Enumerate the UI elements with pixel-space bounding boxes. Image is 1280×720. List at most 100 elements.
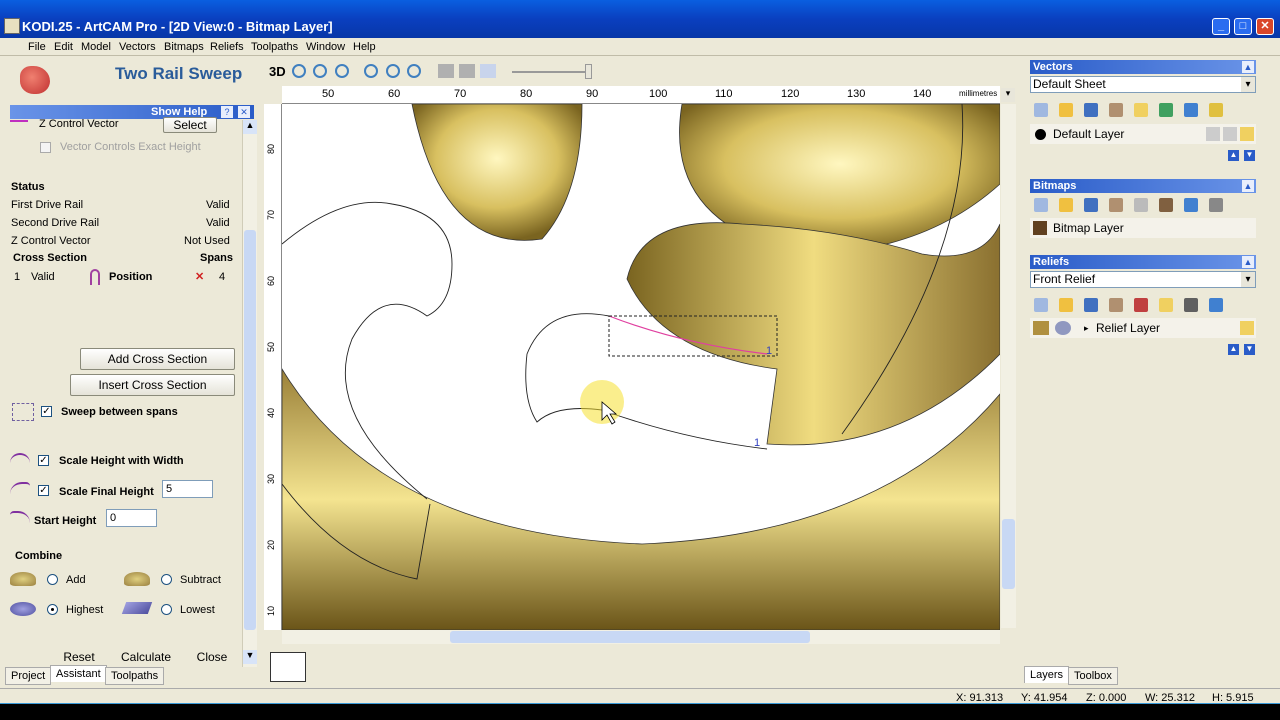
scale-final-height-checkbox[interactable]: ✓ (38, 485, 49, 496)
tab-toolbox[interactable]: Toolbox (1068, 667, 1118, 685)
zoom-selection-icon[interactable] (407, 64, 421, 78)
zoom-in-icon[interactable] (292, 64, 306, 78)
canvas-vscroll[interactable] (1001, 104, 1016, 628)
canvas-vscroll-thumb[interactable] (1002, 519, 1015, 589)
scroll-down-arrow-icon[interactable]: ▼ (243, 650, 257, 664)
units-dropdown-icon[interactable]: ▾ (1001, 88, 1015, 102)
position-icon[interactable] (90, 269, 100, 285)
close-window-button[interactable]: ✕ (1256, 18, 1274, 35)
open-icon[interactable] (1059, 198, 1073, 212)
paste-icon[interactable] (1109, 198, 1123, 212)
contrast-slider[interactable] (512, 71, 592, 73)
paste-icon[interactable] (1109, 298, 1123, 312)
delete-cross-section-icon[interactable]: ✕ (195, 270, 204, 283)
zoom-box-icon[interactable] (335, 64, 349, 78)
delete-icon[interactable] (1184, 103, 1198, 117)
vector-layer-row[interactable]: Default Layer (1030, 124, 1256, 144)
color-swatch-icon[interactable] (270, 652, 306, 682)
visibility-icon[interactable] (1240, 127, 1254, 141)
edit-icon[interactable] (1223, 127, 1237, 141)
visibility-icon[interactable] (1240, 321, 1254, 335)
expand-icon[interactable]: ▸ (1084, 318, 1089, 338)
canvas-hscroll[interactable] (282, 630, 1000, 644)
open-icon[interactable] (1059, 298, 1073, 312)
vectors-section-header[interactable]: Vectors ▲ (1030, 60, 1256, 74)
layer-toggle-icon[interactable] (438, 64, 454, 78)
tab-project[interactable]: Project (5, 667, 52, 685)
light-icon[interactable] (1159, 298, 1173, 312)
layer-color-icon[interactable] (1035, 129, 1046, 140)
zoom-all-icon[interactable] (364, 64, 378, 78)
image-icon[interactable] (1159, 198, 1173, 212)
stack-icon[interactable] (1134, 298, 1148, 312)
add-radio[interactable] (47, 574, 58, 585)
select-button[interactable]: Select (163, 117, 217, 133)
help-icon[interactable]: ? (221, 106, 233, 118)
delete-icon[interactable] (1209, 298, 1223, 312)
subtract-radio[interactable] (161, 574, 172, 585)
scale-height-width-checkbox[interactable]: ✓ (38, 455, 49, 466)
close-button[interactable]: Close (190, 647, 234, 667)
menu-toolpaths[interactable]: Toolpaths (251, 41, 298, 53)
collapse-icon[interactable]: ▲ (1242, 180, 1254, 192)
reliefs-sheet-dropdown[interactable]: Front Relief (1030, 271, 1256, 288)
menu-vectors[interactable]: Vectors (119, 41, 156, 53)
highest-radio[interactable] (47, 604, 58, 615)
minimize-button[interactable]: _ (1212, 18, 1230, 35)
collapse-icon[interactable]: ▲ (1242, 256, 1254, 268)
maximize-button[interactable]: □ (1234, 18, 1252, 35)
contrast-slider-thumb[interactable] (585, 64, 592, 79)
vector-toggle-icon[interactable] (480, 64, 496, 78)
start-height-input[interactable]: 0 (106, 509, 157, 527)
light-icon[interactable] (1134, 103, 1148, 117)
move-down-icon[interactable]: ▼ (1244, 150, 1255, 161)
delete-icon[interactable] (1184, 198, 1198, 212)
tab-layers[interactable]: Layers (1024, 666, 1070, 683)
scroll-up-arrow-icon[interactable]: ▲ (243, 120, 257, 134)
zoom-previous-icon[interactable] (386, 64, 400, 78)
menu-model[interactable]: Model (81, 41, 111, 53)
reliefs-section-header[interactable]: Reliefs ▲ (1030, 255, 1256, 269)
menu-edit[interactable]: Edit (54, 41, 73, 53)
new-layer-icon[interactable] (1034, 198, 1048, 212)
close-help-icon[interactable]: ✕ (238, 106, 250, 118)
relief-layer-row[interactable]: ▸ Relief Layer (1030, 318, 1256, 338)
settings-icon[interactable] (1209, 198, 1223, 212)
insert-cross-section-button[interactable]: Insert Cross Section (70, 374, 235, 396)
grey-icon[interactable] (1134, 198, 1148, 212)
bitmap-toggle-icon[interactable] (459, 64, 475, 78)
3d-view-button[interactable]: 3D (269, 64, 286, 79)
combine-mode-icon[interactable] (1055, 321, 1071, 335)
tab-toolpaths[interactable]: Toolpaths (105, 667, 165, 685)
bulb-icon[interactable] (1209, 103, 1223, 117)
reset-button[interactable]: Reset (55, 647, 103, 667)
save-icon[interactable] (1084, 103, 1098, 117)
scroll-thumb[interactable] (244, 230, 256, 630)
menu-help[interactable]: Help (353, 41, 376, 53)
merge-icon[interactable] (1159, 103, 1173, 117)
paste-icon[interactable] (1109, 103, 1123, 117)
image-icon[interactable] (1184, 298, 1198, 312)
move-up-icon[interactable]: ▲ (1228, 150, 1239, 161)
add-cross-section-button[interactable]: Add Cross Section (80, 348, 235, 370)
scale-final-height-input[interactable]: 5 (162, 480, 213, 498)
menu-file[interactable]: File (28, 41, 46, 53)
menu-window[interactable]: Window (306, 41, 345, 53)
calculate-button[interactable]: Calculate (114, 647, 178, 667)
new-layer-icon[interactable] (1034, 103, 1048, 117)
bitmaps-section-header[interactable]: Bitmaps ▲ (1030, 179, 1256, 193)
menu-reliefs[interactable]: Reliefs (210, 41, 244, 53)
save-icon[interactable] (1084, 198, 1098, 212)
vectors-sheet-dropdown[interactable]: Default Sheet (1030, 76, 1256, 93)
drawing-viewport[interactable]: 1 1 (282, 104, 1000, 630)
save-icon[interactable] (1084, 298, 1098, 312)
open-icon[interactable] (1059, 103, 1073, 117)
menu-bitmaps[interactable]: Bitmaps (164, 41, 204, 53)
move-up-icon[interactable]: ▲ (1228, 344, 1239, 355)
zoom-out-icon[interactable] (313, 64, 327, 78)
sweep-between-spans-checkbox[interactable]: ✓ (41, 406, 52, 417)
bitmap-layer-row[interactable]: Bitmap Layer (1030, 218, 1256, 238)
position-label[interactable]: Position (109, 271, 152, 283)
collapse-icon[interactable]: ▲ (1242, 61, 1254, 73)
lowest-radio[interactable] (161, 604, 172, 615)
